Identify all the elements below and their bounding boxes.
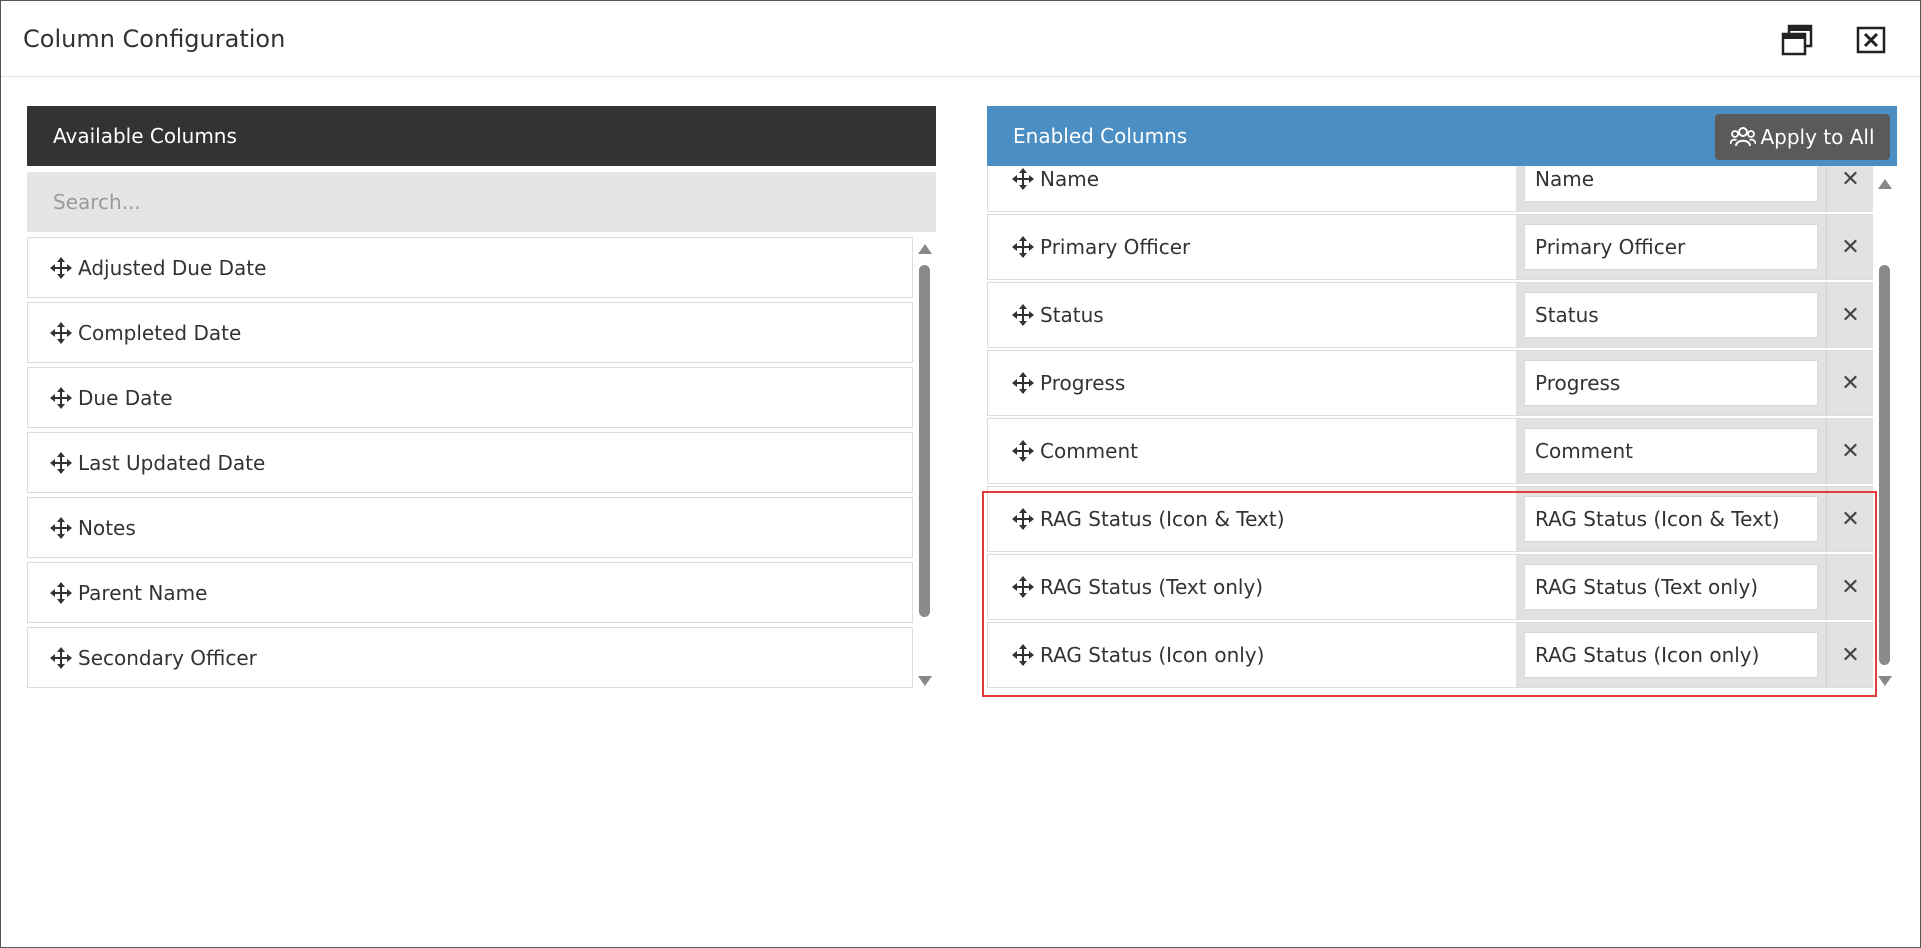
dialog-titlebar: Column Configuration xyxy=(1,1,1920,77)
available-item-label: Due Date xyxy=(78,385,173,410)
drag-handle-icon[interactable] xyxy=(50,581,72,604)
enabled-row-label: Progress xyxy=(1040,371,1126,395)
available-scrollbar-thumb[interactable] xyxy=(919,265,930,617)
column-configuration-dialog: Column Configuration Available Columns A… xyxy=(0,0,1921,948)
enabled-row-handle[interactable]: Primary Officer xyxy=(988,215,1516,279)
enabled-row-name: Name ✕ xyxy=(987,166,1873,212)
enabled-scroll-down-arrow[interactable] xyxy=(1878,676,1892,686)
drag-handle-icon[interactable] xyxy=(1012,236,1034,258)
apply-to-all-button[interactable]: Apply to All xyxy=(1715,114,1890,160)
search-input[interactable] xyxy=(27,172,936,232)
display-name-cell xyxy=(1516,283,1826,347)
available-scroll-down-arrow[interactable] xyxy=(918,676,932,686)
enabled-row-handle[interactable]: Comment xyxy=(988,419,1516,483)
available-item-adjusted-due-date[interactable]: Adjusted Due Date xyxy=(27,237,913,298)
drag-handle-icon[interactable] xyxy=(1012,372,1034,394)
drag-handle-icon[interactable] xyxy=(50,386,72,409)
drag-handle-icon[interactable] xyxy=(50,646,72,669)
display-name-cell xyxy=(1516,351,1826,415)
display-name-input[interactable] xyxy=(1524,292,1818,338)
available-item-notes[interactable]: Notes xyxy=(27,497,913,558)
drag-handle-icon[interactable] xyxy=(50,451,72,474)
display-name-input[interactable] xyxy=(1524,360,1818,406)
display-name-input[interactable] xyxy=(1524,166,1818,202)
remove-column-button[interactable]: ✕ xyxy=(1826,419,1873,483)
drag-handle-icon[interactable] xyxy=(50,321,72,344)
display-name-input[interactable] xyxy=(1524,428,1818,474)
apply-to-all-label: Apply to All xyxy=(1760,125,1875,149)
available-item-completed-date[interactable]: Completed Date xyxy=(27,302,913,363)
remove-column-button[interactable]: ✕ xyxy=(1826,166,1873,211)
available-item-due-date[interactable]: Due Date xyxy=(27,367,913,428)
available-columns-header: Available Columns xyxy=(27,106,936,166)
close-icon: ✕ xyxy=(1841,166,1860,192)
close-icon: ✕ xyxy=(1841,234,1860,260)
available-item-label: Notes xyxy=(78,515,136,540)
enabled-row-label: Status xyxy=(1040,303,1104,327)
drag-handle-icon[interactable] xyxy=(1012,304,1034,326)
enabled-row-label: Name xyxy=(1040,167,1100,191)
available-item-parent-name[interactable]: Parent Name xyxy=(27,562,913,623)
drag-handle-icon[interactable] xyxy=(50,516,72,539)
close-box-icon[interactable] xyxy=(1854,23,1888,57)
display-name-cell xyxy=(1516,166,1826,211)
enabled-row-handle[interactable]: Progress xyxy=(988,351,1516,415)
enabled-row-handle[interactable]: Status xyxy=(988,283,1516,347)
drag-handle-icon[interactable] xyxy=(1012,440,1034,462)
remove-column-button[interactable]: ✕ xyxy=(1826,351,1873,415)
enabled-row-comment: Comment ✕ xyxy=(987,418,1873,484)
users-group-icon xyxy=(1730,127,1757,147)
available-item-label: Completed Date xyxy=(78,320,242,345)
display-name-input[interactable] xyxy=(1524,224,1818,270)
enabled-row-primary-officer: Primary Officer ✕ xyxy=(987,214,1873,280)
dialog-title: Column Configuration xyxy=(23,25,286,53)
enabled-row-handle[interactable]: Name xyxy=(988,166,1516,211)
enabled-scrollbar-thumb[interactable] xyxy=(1879,265,1890,665)
available-item-label: Secondary Officer xyxy=(78,645,257,670)
available-scroll-up-arrow[interactable] xyxy=(918,244,932,254)
drag-handle-icon[interactable] xyxy=(1012,168,1034,190)
highlight-annotation-box xyxy=(982,491,1877,697)
enabled-row-label: Comment xyxy=(1040,439,1138,463)
display-name-cell xyxy=(1516,419,1826,483)
enabled-row-status: Status ✕ xyxy=(987,282,1873,348)
enabled-scroll-up-arrow[interactable] xyxy=(1878,179,1892,189)
available-item-label: Parent Name xyxy=(78,580,208,605)
close-icon: ✕ xyxy=(1841,370,1860,396)
close-icon: ✕ xyxy=(1841,302,1860,328)
available-item-last-updated-date[interactable]: Last Updated Date xyxy=(27,432,913,493)
close-icon: ✕ xyxy=(1841,438,1860,464)
restore-window-icon[interactable] xyxy=(1780,23,1814,57)
available-columns-list: Adjusted Due Date Completed Date Due Dat… xyxy=(27,237,913,692)
available-item-label: Last Updated Date xyxy=(78,450,266,475)
drag-handle-icon[interactable] xyxy=(50,256,72,279)
remove-column-button[interactable]: ✕ xyxy=(1826,215,1873,279)
remove-column-button[interactable]: ✕ xyxy=(1826,283,1873,347)
available-item-secondary-officer[interactable]: Secondary Officer xyxy=(27,627,913,688)
available-item-label: Adjusted Due Date xyxy=(78,255,267,280)
enabled-row-label: Primary Officer xyxy=(1040,235,1191,259)
enabled-row-progress: Progress ✕ xyxy=(987,350,1873,416)
display-name-cell xyxy=(1516,215,1826,279)
